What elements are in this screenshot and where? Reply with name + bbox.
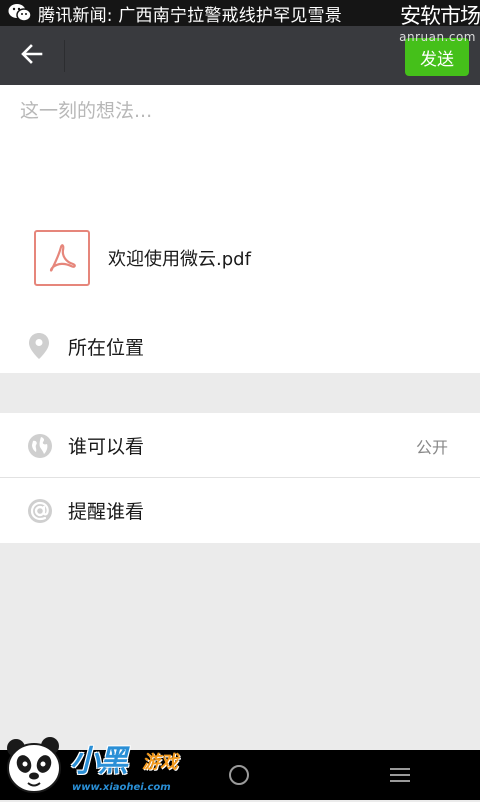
- visibility-option[interactable]: 谁可以看 公开: [0, 413, 480, 478]
- watermark: 安软市场 anruan.com: [380, 0, 480, 48]
- remind-label: 提醒谁看: [68, 501, 145, 523]
- thoughts-input[interactable]: [20, 95, 460, 127]
- topbar-divider: [64, 40, 65, 72]
- globe-icon: [27, 433, 53, 459]
- compose-panel: 欢迎使用微云.pdf 所在位置: [0, 85, 480, 373]
- brand-url: www.xiaohei.com: [72, 782, 171, 793]
- arrow-left-icon: [20, 42, 44, 70]
- notification-text: 腾讯新闻: 广西南宁拉警戒线护罕见雪景: [38, 5, 342, 26]
- brand-badge: 小黑 游戏 www.xiaohei.com: [0, 728, 200, 800]
- location-row[interactable]: 所在位置: [0, 319, 480, 373]
- wechat-icon: [8, 3, 32, 23]
- home-circle-icon[interactable]: [229, 765, 249, 785]
- brand-name: 小黑: [70, 744, 128, 779]
- visibility-value: 公开: [415, 437, 448, 457]
- attachment-card[interactable]: 欢迎使用微云.pdf: [34, 229, 434, 287]
- location-pin-icon: [27, 332, 51, 360]
- brand-suffix: 游戏: [142, 752, 178, 773]
- pdf-icon: [34, 230, 90, 286]
- location-label: 所在位置: [68, 336, 145, 359]
- watermark-url: anruan.com: [399, 30, 476, 44]
- back-button[interactable]: [0, 26, 64, 85]
- attachment-file-name: 欢迎使用微云.pdf: [108, 249, 251, 270]
- visibility-label: 谁可以看: [68, 436, 145, 458]
- menu-icon[interactable]: [390, 768, 410, 782]
- panda-logo-icon: [2, 734, 66, 798]
- watermark-title: 安软市场: [400, 4, 480, 28]
- remind-option[interactable]: 提醒谁看: [0, 478, 480, 543]
- options-list: 谁可以看 公开 提醒谁看: [0, 413, 480, 543]
- at-icon: [27, 498, 53, 524]
